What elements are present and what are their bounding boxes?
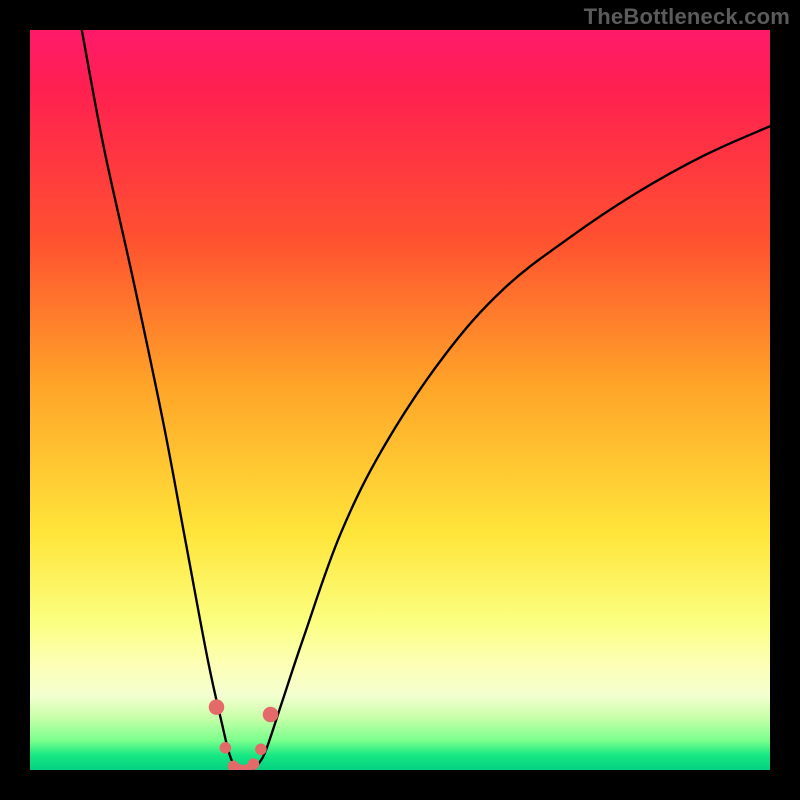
bottleneck-curve-path: [82, 30, 770, 770]
trough-marker: [209, 699, 225, 715]
chart-frame: TheBottleneck.com: [0, 0, 800, 800]
trough-marker: [248, 758, 260, 770]
plot-area: [30, 30, 770, 770]
trough-marker: [220, 742, 232, 754]
trough-marker-group: [209, 699, 279, 770]
watermark-text: TheBottleneck.com: [584, 4, 790, 30]
trough-marker: [255, 744, 267, 756]
trough-marker: [263, 707, 279, 723]
bottleneck-curve-svg: [30, 30, 770, 770]
